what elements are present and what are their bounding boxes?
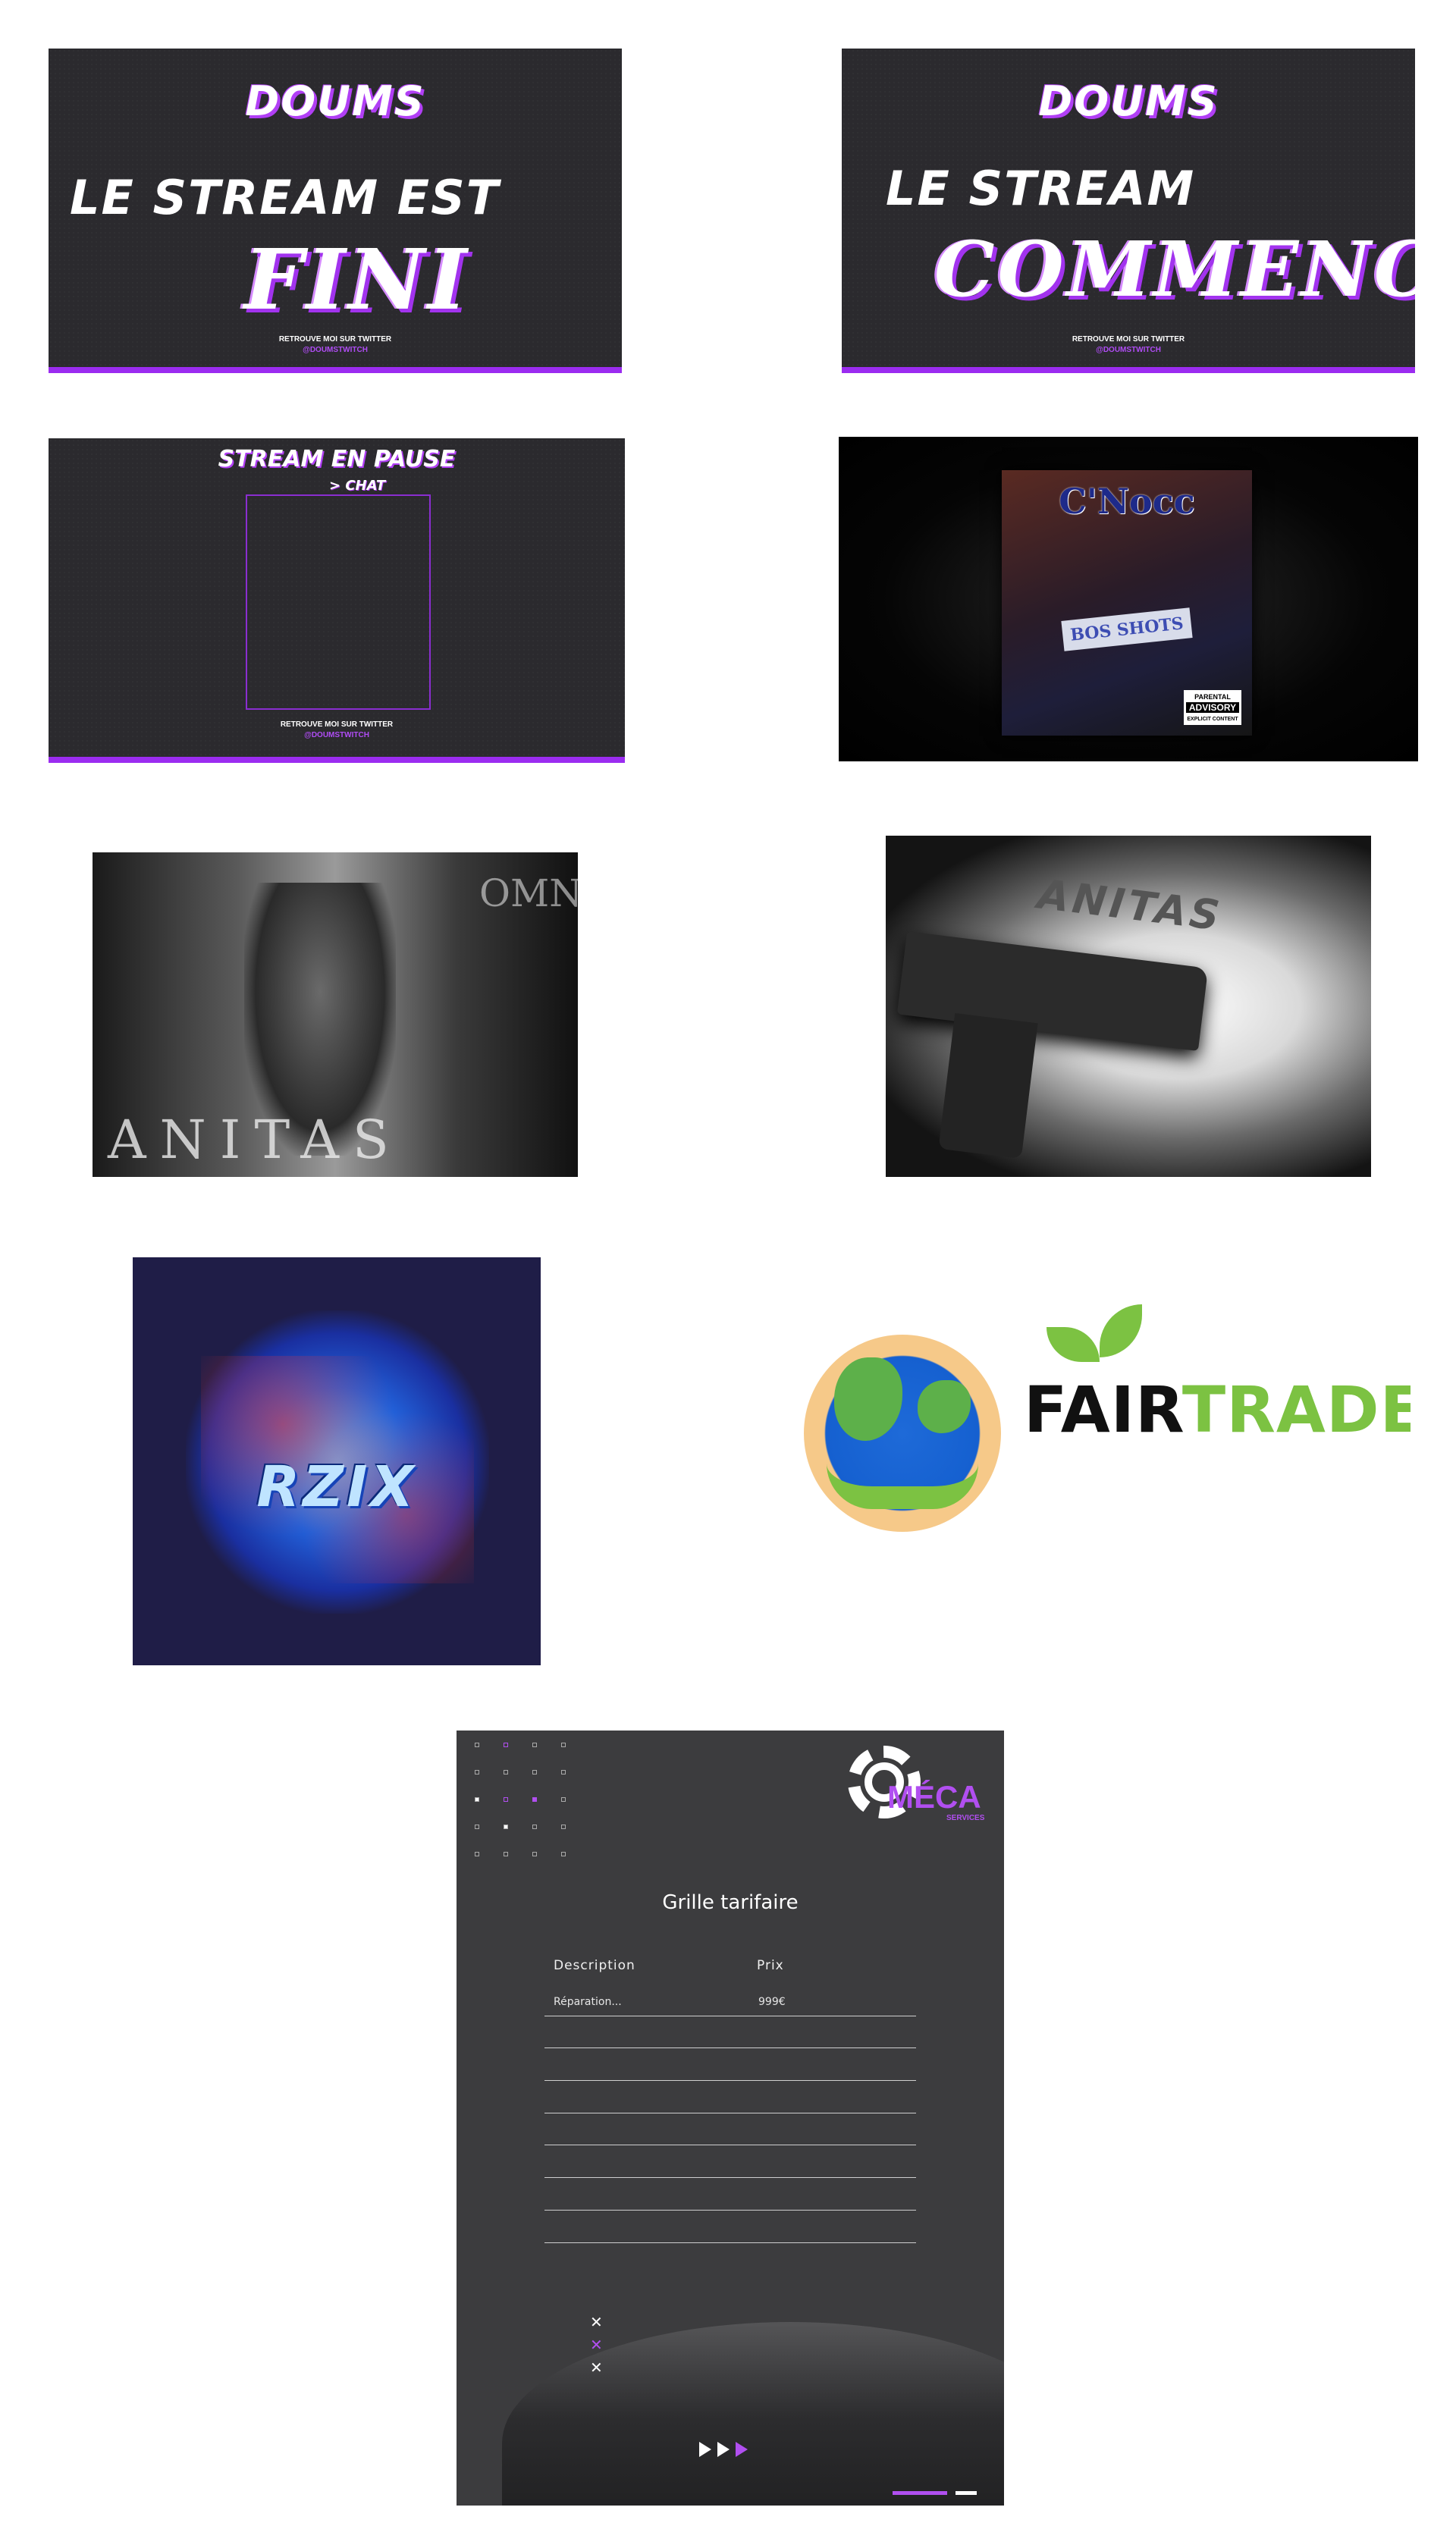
album-cover-anitas-gun: ANITAS — [886, 836, 1371, 1177]
logo-rzix: RZIX — [133, 1257, 541, 1665]
table-rule — [544, 2047, 916, 2048]
row-price: 999€ — [758, 1996, 786, 2008]
vertical-text: OMNIA — [479, 871, 578, 915]
cover-title: C'Nocc — [1059, 481, 1195, 522]
hand-icon — [827, 1464, 978, 1509]
brand-title: DOUMS — [1038, 77, 1219, 125]
column-header-description: Description — [554, 1958, 635, 1973]
chat-label: > CHAT — [329, 478, 386, 494]
footer-text: RETROUVE MOI SUR TWITTER — [1072, 335, 1185, 344]
play-icon — [736, 2442, 748, 2457]
footer-text: RETROUVE MOI SUR TWITTER — [280, 720, 394, 729]
brand-title: DOUMS — [245, 77, 425, 125]
table-rule — [544, 2242, 916, 2243]
row-description: Réparation... — [554, 1996, 622, 2008]
car-background — [502, 2322, 1004, 2506]
table-rule — [544, 2210, 916, 2211]
meca-logo: MÉCA SERVICES — [848, 1743, 992, 1841]
cover-word: ANITAS — [1035, 870, 1225, 940]
twitter-handle: @DOUMSTWITCH — [304, 731, 369, 739]
cover-word: ANITAS — [108, 1109, 403, 1171]
decorative-dot-grid — [475, 1743, 581, 1856]
play-icon — [699, 2442, 711, 2457]
logo-word: RZIX — [256, 1454, 417, 1520]
close-icon: ✕ — [590, 2358, 603, 2377]
continent-shape — [918, 1380, 971, 1433]
pistol-slide — [896, 931, 1209, 1051]
stream-status-word: FINI — [244, 231, 470, 328]
wordmark-part2: TRADE — [1181, 1373, 1410, 1447]
close-icon: ✕ — [590, 2313, 603, 2331]
logo-wordmark: FAIRTRADE — [1024, 1373, 1410, 1447]
album-cover-anitas-photo: OMNIA ANITAS — [93, 852, 578, 1177]
stream-pause-screen: STREAM EN PAUSE > CHAT RETROUVE MOI SUR … — [49, 438, 625, 763]
cover-banner: BOS SHOTS — [1061, 607, 1193, 651]
column-header-price: Prix — [757, 1958, 784, 1973]
advisory-bottom: EXPLICIT CONTENT — [1187, 717, 1238, 722]
leaf-icon — [1046, 1327, 1100, 1362]
close-icon: ✕ — [590, 2336, 603, 2354]
logo-subtitle: SERVICES — [946, 1814, 985, 1822]
advisory-mid: ADVISORY — [1186, 702, 1239, 713]
table-rule — [544, 2177, 916, 2178]
advisory-top: PARENTAL — [1194, 693, 1231, 701]
stream-start-screen: DOUMS LE STREAM COMMENCE RETROUVE MOI SU… — [842, 49, 1415, 373]
stream-footer: RETROUVE MOI SUR TWITTER @DOUMSTWITCH — [842, 335, 1415, 354]
parental-advisory-label: PARENTAL ADVISORY EXPLICIT CONTENT — [1184, 690, 1241, 725]
stream-footer: RETROUVE MOI SUR TWITTER @DOUMSTWITCH — [49, 335, 622, 354]
stream-end-screen: DOUMS LE STREAM EST FINI RETROUVE MOI SU… — [49, 49, 622, 373]
pause-title: STREAM EN PAUSE — [218, 446, 456, 472]
logo-name: MÉCA — [887, 1779, 981, 1815]
stream-footer: RETROUVE MOI SUR TWITTER @DOUMSTWITCH — [49, 720, 625, 739]
logo-fairtrade: FAIRTRADE — [804, 1244, 1410, 1562]
stream-headline: LE STREAM EST — [70, 170, 500, 225]
leaf-icon — [1100, 1304, 1142, 1357]
accent-bar — [893, 2491, 947, 2495]
sheet-title: Grille tarifaire — [662, 1891, 799, 1914]
twitter-handle: @DOUMSTWITCH — [303, 346, 368, 354]
stream-status-word: COMMENCE — [934, 224, 1415, 314]
chat-placeholder-box — [246, 494, 431, 710]
pistol-grip — [938, 1012, 1038, 1159]
price-sheet: MÉCA SERVICES Grille tarifaire Descripti… — [457, 1731, 1004, 2506]
album-cover-cnocc: C'Nocc BOS SHOTS PARENTAL ADVISORY EXPLI… — [839, 437, 1418, 761]
footer-text: RETROUVE MOI SUR TWITTER — [278, 335, 392, 344]
play-icon — [717, 2442, 730, 2457]
cover-art: C'Nocc BOS SHOTS PARENTAL ADVISORY EXPLI… — [1002, 470, 1252, 736]
accent-bar — [956, 2491, 977, 2495]
continent-shape — [834, 1357, 902, 1441]
table-rule — [544, 2080, 916, 2081]
wordmark-part1: FAIR — [1024, 1373, 1182, 1447]
stream-headline: LE STREAM — [886, 161, 1196, 216]
twitter-handle: @DOUMSTWITCH — [1096, 346, 1161, 354]
